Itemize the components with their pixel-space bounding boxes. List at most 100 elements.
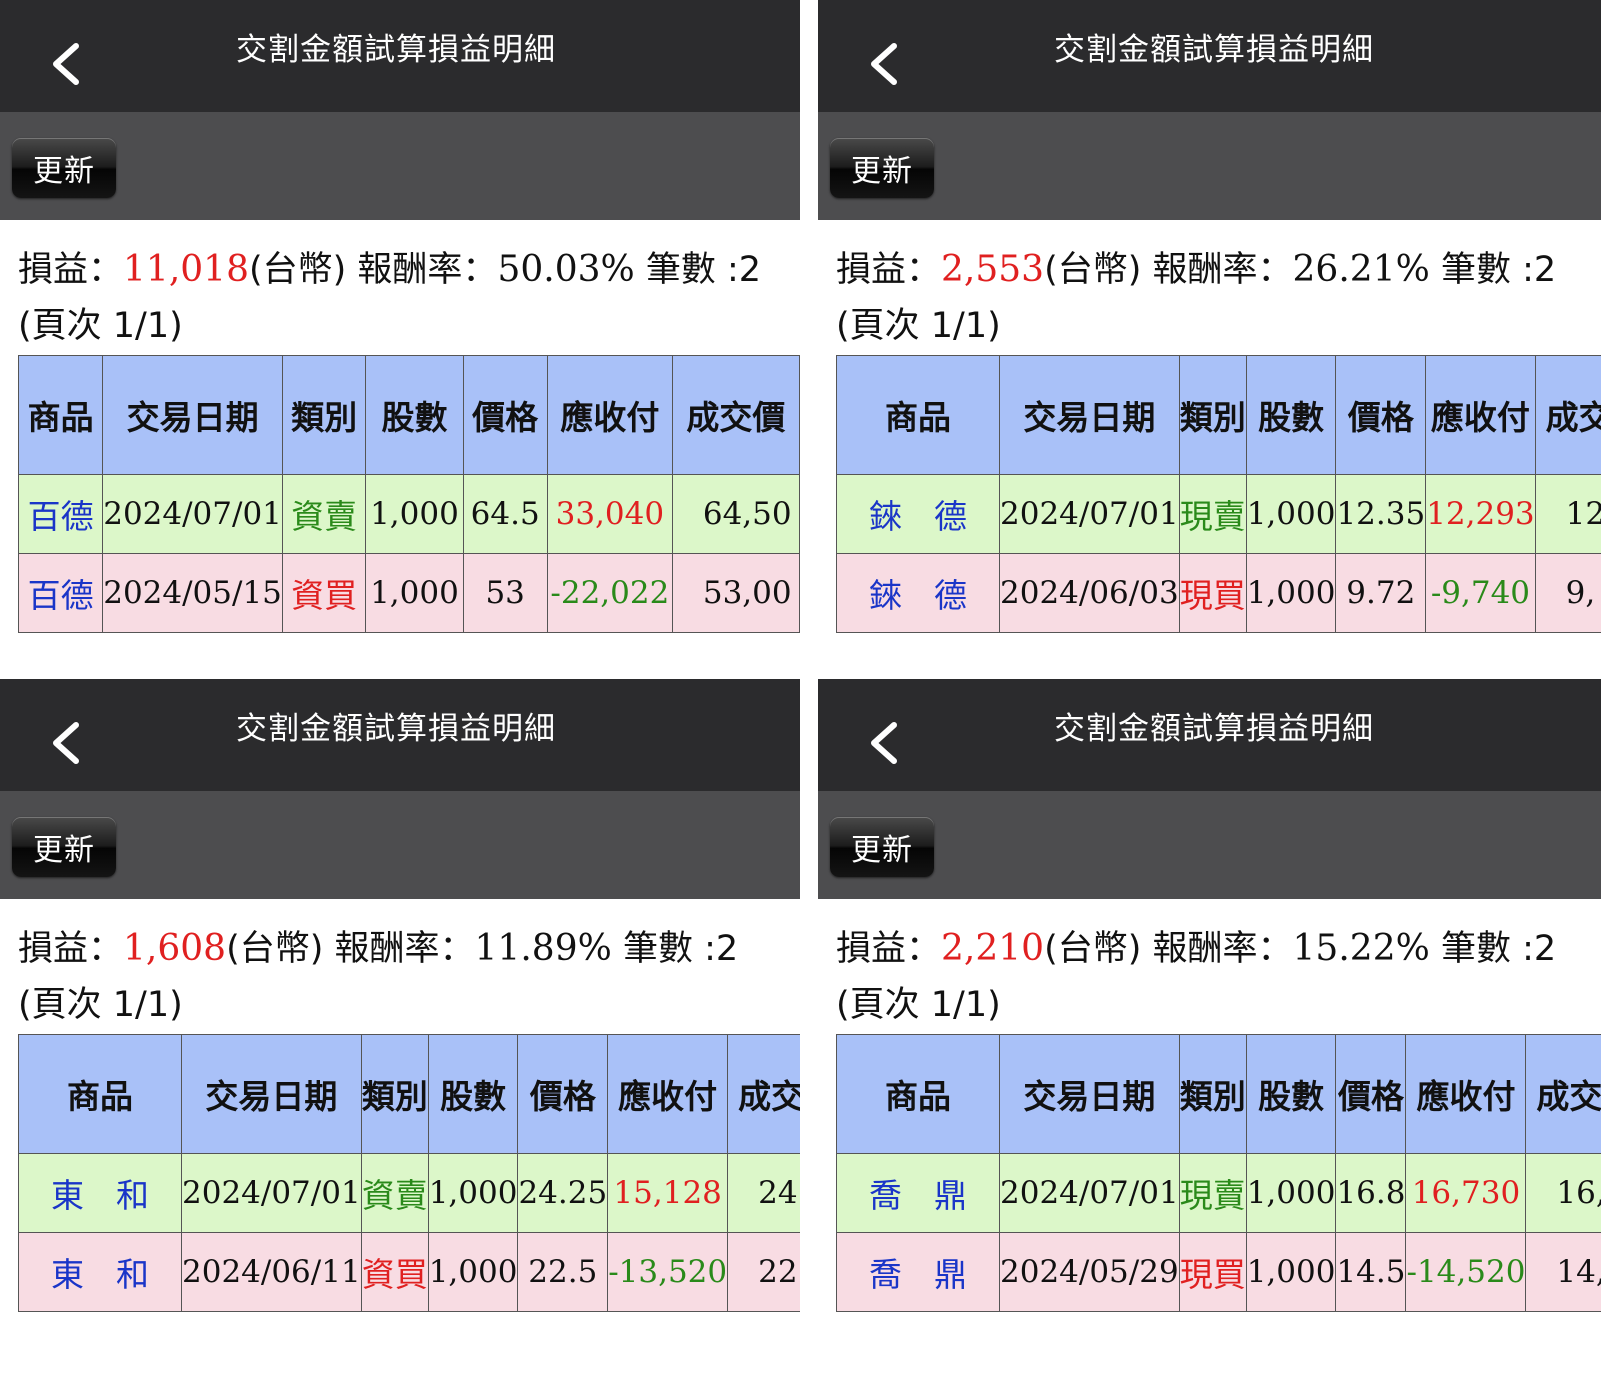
pnl-value: 2,553	[941, 249, 1045, 290]
amount-cell: 16,730	[1405, 1153, 1527, 1233]
col-product: 商品	[18, 1034, 182, 1154]
type-cell: 現賣	[1178, 474, 1247, 554]
pnl-value: 1,608	[123, 928, 227, 969]
rate-value: 15.22%	[1292, 928, 1430, 969]
price-cell: 53	[462, 553, 548, 633]
col-price: 價格	[462, 355, 548, 475]
toolbar: 更新	[818, 112, 1601, 220]
total-cell: 64,50	[671, 474, 800, 554]
type-cell: 資賣	[360, 1153, 429, 1233]
refresh-button[interactable]: 更新	[12, 817, 116, 877]
rate-value: 50.03%	[497, 249, 635, 290]
toolbar: 更新	[818, 791, 1601, 899]
price-cell: 24.25	[517, 1153, 609, 1233]
table-header-row: 商品 交易日期 類別 股數 價格 應收付 成交	[836, 355, 1601, 475]
product-cell[interactable]: 喬鼎	[836, 1232, 1000, 1312]
pnl-detail-panel: 交割金額試算損益明細 更新 損益：2,210(台幣) 報酬率：15.22% 筆數…	[818, 679, 1601, 1339]
page-indicator: (頁次 1/1)	[18, 306, 183, 346]
rate-label: 報酬率：	[323, 929, 475, 969]
col-shares: 股數	[1245, 1034, 1337, 1154]
product-cell[interactable]: 錸德	[836, 553, 1000, 633]
page-title: 交割金額試算損益明細	[236, 711, 556, 747]
summary: 損益：1,608(台幣) 報酬率：11.89% 筆數 :2 (頁次 1/1)	[18, 921, 738, 1033]
col-total: 成交	[727, 1034, 800, 1154]
type-cell: 資買	[360, 1232, 429, 1312]
trade-table: 商品 交易日期 類別 股數 價格 應收付 成交價 百德 2024/07/01 資…	[17, 355, 800, 633]
chevron-left-icon[interactable]	[864, 40, 904, 88]
amount-cell: -9,740	[1425, 553, 1536, 633]
date-cell: 2024/05/29	[999, 1232, 1180, 1312]
page-indicator: (頁次 1/1)	[18, 985, 183, 1025]
col-shares: 股數	[365, 355, 464, 475]
navbar: 交割金額試算損益明細	[0, 0, 800, 112]
col-amount: 應收付	[1405, 1034, 1527, 1154]
pnl-value: 2,210	[941, 928, 1045, 969]
amount-cell: 12,293	[1425, 474, 1536, 554]
page-indicator: (頁次 1/1)	[836, 306, 1001, 346]
table-header-row: 商品 交易日期 類別 股數 價格 應收付 成交價	[17, 355, 800, 475]
total-cell: 22	[727, 1232, 800, 1312]
refresh-button[interactable]: 更新	[830, 138, 934, 198]
table-row[interactable]: 錸德 2024/07/01 現賣 1,000 12.35 12,293 12	[836, 474, 1601, 554]
chevron-left-icon[interactable]	[46, 40, 86, 88]
amount-cell: 15,128	[607, 1153, 729, 1233]
chevron-left-icon[interactable]	[864, 719, 904, 767]
date-cell: 2024/06/11	[181, 1232, 362, 1312]
navbar: 交割金額試算損益明細	[818, 679, 1601, 791]
trade-table: 商品 交易日期 類別 股數 價格 應收付 成交 東和 2024/07/01 資賣…	[18, 1034, 800, 1312]
type-cell: 資買	[281, 553, 367, 633]
refresh-button[interactable]: 更新	[12, 138, 116, 198]
type-cell: 現賣	[1178, 1153, 1247, 1233]
table-row[interactable]: 喬鼎 2024/07/01 現賣 1,000 16.8 16,730 16,	[836, 1153, 1601, 1233]
col-price: 價格	[1335, 355, 1427, 475]
table-row[interactable]: 東和 2024/06/11 資買 1,000 22.5 -13,520 22	[18, 1232, 800, 1312]
product-cell[interactable]: 東和	[18, 1232, 182, 1312]
pnl-detail-panel: 交割金額試算損益明細 更新 損益：11,018(台幣) 報酬率：50.03% 筆…	[0, 0, 800, 660]
refresh-button[interactable]: 更新	[830, 817, 934, 877]
col-shares: 股數	[1245, 355, 1337, 475]
count-label: 筆數 :2	[634, 250, 762, 290]
shares-cell: 1,000	[427, 1153, 519, 1233]
toolbar: 更新	[0, 112, 800, 220]
product-cell[interactable]: 百德	[17, 474, 104, 554]
trade-table: 商品 交易日期 類別 股數 價格 應收付 成交 喬鼎 2024/07/01 現賣…	[836, 1034, 1601, 1312]
col-date: 交易日期	[102, 355, 283, 475]
chevron-left-icon[interactable]	[46, 719, 86, 767]
table-row[interactable]: 東和 2024/07/01 資賣 1,000 24.25 15,128 24	[18, 1153, 800, 1233]
col-total: 成交	[1534, 355, 1601, 475]
table-row[interactable]: 百德 2024/07/01 資賣 1,000 64.5 33,040 64,50	[17, 474, 800, 554]
product-cell[interactable]: 東和	[18, 1153, 182, 1233]
summary: 損益：2,553(台幣) 報酬率：26.21% 筆數 :2 (頁次 1/1)	[836, 242, 1556, 354]
amount-cell: -22,022	[546, 553, 673, 633]
summary: 損益：11,018(台幣) 報酬率：50.03% 筆數 :2 (頁次 1/1)	[18, 242, 761, 354]
shares-cell: 1,000	[365, 474, 464, 554]
rate-value: 11.89%	[474, 928, 612, 969]
table-row[interactable]: 百德 2024/05/15 資買 1,000 53 -22,022 53,00	[17, 553, 800, 633]
product-cell[interactable]: 錸德	[836, 474, 1000, 554]
table-row[interactable]: 喬鼎 2024/05/29 現買 1,000 14.5 -14,520 14,	[836, 1232, 1601, 1312]
shares-cell: 1,000	[427, 1232, 519, 1312]
product-cell[interactable]: 喬鼎	[836, 1153, 1000, 1233]
currency-label: (台幣)	[1044, 929, 1142, 969]
amount-cell: -14,520	[1405, 1232, 1527, 1312]
total-cell: 9,	[1534, 553, 1601, 633]
shares-cell: 1,000	[1245, 1232, 1337, 1312]
type-cell: 資賣	[281, 474, 367, 554]
col-price: 價格	[517, 1034, 609, 1154]
currency-label: (台幣)	[1044, 250, 1142, 290]
col-product: 商品	[836, 1034, 1000, 1154]
total-cell: 53,00	[671, 553, 800, 633]
amount-cell: -13,520	[607, 1232, 729, 1312]
summary: 損益：2,210(台幣) 報酬率：15.22% 筆數 :2 (頁次 1/1)	[836, 921, 1556, 1033]
amount-cell: 33,040	[546, 474, 673, 554]
total-cell: 16,	[1525, 1153, 1601, 1233]
rate-label: 報酬率：	[346, 250, 498, 290]
shares-cell: 1,000	[365, 553, 464, 633]
table-row[interactable]: 錸德 2024/06/03 現買 1,000 9.72 -9,740 9,	[836, 553, 1601, 633]
pnl-label: 損益：	[18, 250, 124, 290]
shares-cell: 1,000	[1245, 474, 1337, 554]
total-cell: 24	[727, 1153, 800, 1233]
product-cell[interactable]: 百德	[17, 553, 104, 633]
currency-label: (台幣)	[248, 250, 347, 290]
page-title: 交割金額試算損益明細	[1054, 711, 1374, 747]
